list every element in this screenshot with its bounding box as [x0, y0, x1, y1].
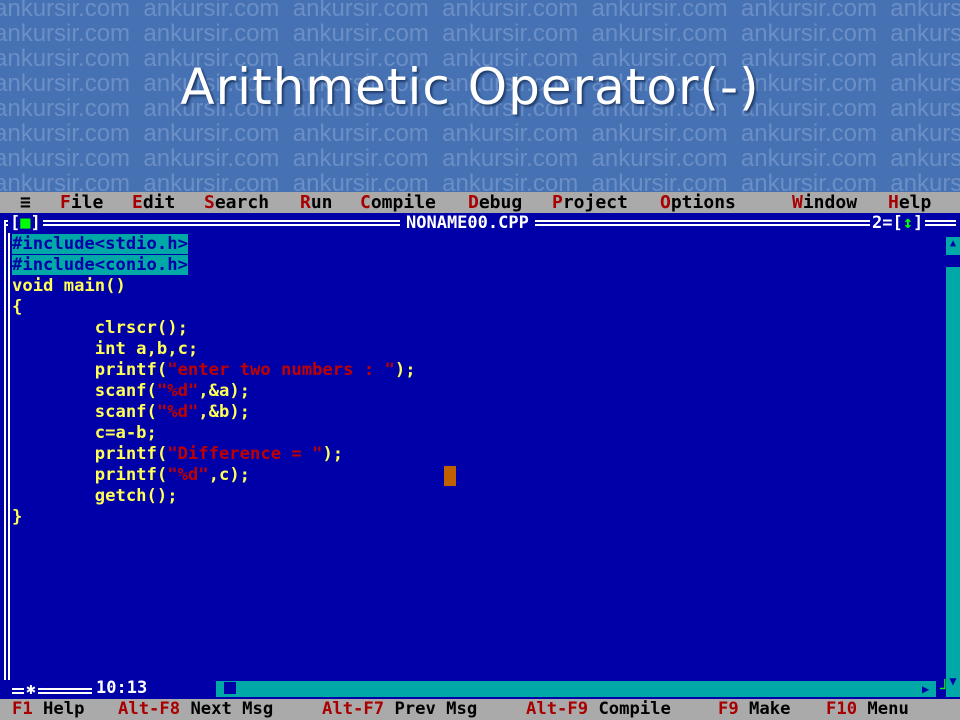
window-number-zoom[interactable]: 2=[↕]: [870, 213, 926, 233]
resize-corner-icon[interactable]: ┘: [940, 678, 950, 699]
menu-label: ebug: [478, 192, 523, 213]
menu-debug[interactable]: Debug: [468, 192, 522, 213]
horizontal-scroll-thumb[interactable]: [224, 682, 236, 694]
menu-hotkey: H: [888, 192, 899, 213]
menu-label: ile: [70, 192, 104, 213]
menu-hotkey: S: [204, 192, 215, 213]
menu-label: elp: [898, 192, 932, 213]
function-key-shortcut: F1: [12, 699, 33, 719]
editor-window[interactable]: [■] NONAME00.CPP 2=[↕] #include<stdio.h>…: [0, 213, 960, 699]
frame-left-inner: [8, 224, 10, 680]
vertical-scrollbar[interactable]: [946, 237, 960, 697]
function-key-shortcut: F10: [826, 699, 858, 719]
function-key-make[interactable]: F9 Make: [718, 699, 790, 720]
menu-project[interactable]: Project: [552, 192, 628, 213]
code-line: void main(): [12, 276, 126, 296]
menu-hotkey: C: [360, 192, 371, 213]
menu-compile[interactable]: Compile: [360, 192, 436, 213]
function-key-shortcut: Alt-F8: [118, 699, 181, 719]
system-menu-icon[interactable]: ≡: [20, 192, 31, 213]
function-key-label: Make: [738, 699, 791, 719]
scroll-right-arrow-icon[interactable]: ▶: [922, 681, 936, 697]
function-key-help[interactable]: F1 Help: [12, 699, 84, 720]
code-line: printf("%d",c);: [12, 465, 251, 485]
code-line: {: [12, 297, 23, 317]
menu-label: un: [310, 192, 333, 213]
function-key-label: Compile: [588, 699, 671, 719]
frame-left: [4, 220, 6, 680]
menu-run[interactable]: Run: [300, 192, 333, 213]
turbo-c-ide: ≡ File Edit Search Run Compile Debug Project Opt…: [0, 192, 960, 720]
cursor-position: 10:13: [96, 678, 148, 698]
function-key-label: Menu: [857, 699, 909, 719]
vertical-scroll-thumb[interactable]: [946, 255, 960, 267]
string-literal: "%d": [167, 465, 209, 485]
menu-hotkey: F: [60, 192, 71, 213]
function-key-next-msg[interactable]: Alt-F8 Next Msg: [118, 699, 273, 720]
function-key-shortcut: Alt-F7: [322, 699, 385, 719]
menu-label: earch: [214, 192, 270, 213]
scroll-up-arrow-icon[interactable]: ▲: [946, 237, 960, 251]
function-key-label: Next Msg: [180, 699, 274, 719]
menu-label: ptions: [670, 192, 736, 213]
menu-label: roject: [562, 192, 628, 213]
close-box-button[interactable]: [■]: [8, 213, 43, 233]
code-line: scanf("%d",&a);: [12, 381, 251, 401]
menu-label: dit: [142, 192, 176, 213]
menu-file[interactable]: File: [60, 192, 103, 213]
menu-hotkey: W: [792, 192, 803, 213]
string-literal: "%d": [156, 402, 199, 422]
menu-hotkey: E: [132, 192, 143, 213]
slide-title: Arithmetic Operator(-): [180, 58, 760, 116]
function-key-menu[interactable]: F10 Menu: [826, 699, 909, 720]
code-line: int a,b,c;: [12, 339, 199, 359]
string-literal: "%d": [156, 381, 199, 401]
code-line: scanf("%d",&b);: [12, 402, 251, 422]
string-literal: "enter two numbers : ": [167, 360, 395, 380]
function-key-bar: F1 Help Alt-F8 Next Msg Alt-F7 Prev Msg Alt…: [0, 699, 960, 720]
menu-edit[interactable]: Edit: [132, 192, 175, 213]
code-line: clrscr();: [12, 318, 188, 338]
menu-hotkey: R: [300, 192, 311, 213]
menu-hotkey: D: [468, 192, 479, 213]
menu-label: ompile: [370, 192, 436, 213]
code-line: c=a-b;: [12, 423, 157, 443]
menu-search[interactable]: Search: [204, 192, 269, 213]
menu-hotkey: O: [660, 192, 671, 213]
code-line: #include<conio.h>: [12, 255, 188, 275]
code-line: printf("Difference = ");: [12, 444, 344, 464]
menu-label: indow: [802, 192, 858, 213]
text-cursor: [444, 466, 456, 486]
code-line: getch();: [12, 486, 178, 506]
menu-help[interactable]: Help: [888, 192, 931, 213]
code-line: printf("enter two numbers : ");: [12, 360, 416, 380]
horizontal-scrollbar[interactable]: [216, 681, 936, 697]
function-key-shortcut: F9: [718, 699, 739, 719]
slide-header: ankursir.com ankursir.com ankursir.com a…: [0, 0, 960, 192]
menu-bar: ≡ File Edit Search Run Compile Debug Project Opt…: [0, 192, 960, 213]
editor-status-row: ✱ 10:13 ▶ ┘: [0, 678, 960, 699]
function-key-label: Prev Msg: [384, 699, 478, 719]
window-filename: NONAME00.CPP: [400, 213, 535, 233]
modified-star-icon: ✱: [24, 678, 38, 699]
code-line: }: [12, 507, 23, 527]
function-key-shortcut: Alt-F9: [526, 699, 589, 719]
code-line: #include<stdio.h>: [12, 234, 188, 254]
menu-hotkey: P: [552, 192, 563, 213]
function-key-compile[interactable]: Alt-F9 Compile: [526, 699, 671, 720]
string-literal: "Difference = ": [167, 444, 323, 464]
function-key-prev-msg[interactable]: Alt-F7 Prev Msg: [322, 699, 477, 720]
menu-options[interactable]: Options: [660, 192, 736, 213]
code-area[interactable]: #include<stdio.h> #include<conio.h> void m…: [12, 234, 416, 528]
menu-window[interactable]: Window: [792, 192, 857, 213]
function-key-label: Help: [32, 699, 85, 719]
